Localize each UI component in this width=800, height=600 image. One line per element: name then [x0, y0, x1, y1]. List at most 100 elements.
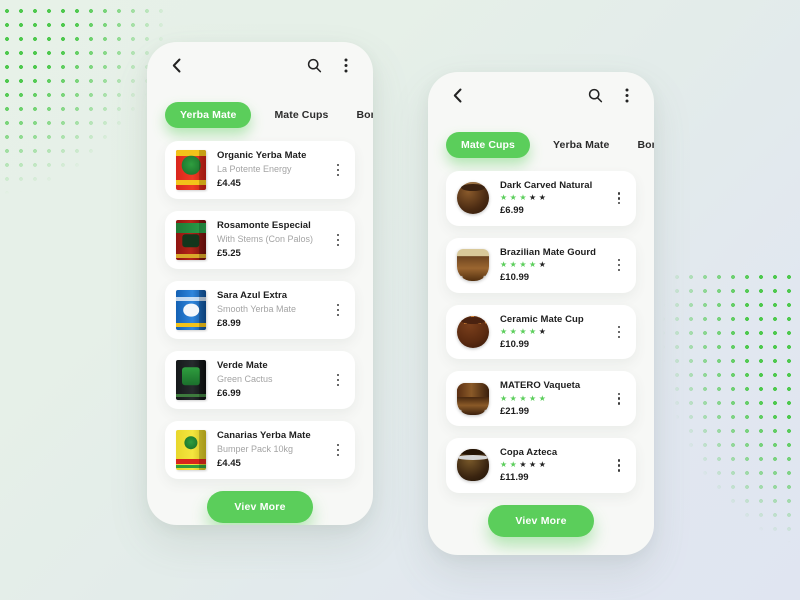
- product-thumbnail-pack-black: [176, 360, 206, 400]
- star-icon: ★: [519, 193, 527, 203]
- star-icon: ★: [500, 260, 508, 270]
- product-thumbnail-gourd-cream: [457, 249, 489, 282]
- more-vertical-icon[interactable]: [336, 55, 356, 75]
- tab-bombillas[interactable]: Bombil: [634, 132, 654, 158]
- rating-stars: ★ ★ ★ ★ ★: [500, 326, 612, 336]
- product-subtitle: With Stems (Con Palos): [217, 234, 314, 245]
- category-tabs-left[interactable]: Yerba Mate Mate Cups Bombill: [147, 102, 373, 128]
- product-info: Organic Yerba Mate La Potente Energy £4.…: [217, 150, 331, 190]
- product-name: Brazilian Mate Gourd: [500, 246, 597, 258]
- product-list-mate-cups: Dark Carved Natural ★ ★ ★ ★ ★ £6.99 Braz…: [428, 171, 654, 493]
- product-price: £11.99: [500, 472, 529, 484]
- product-info: Canarias Yerba Mate Bumper Pack 10kg £4.…: [217, 430, 331, 470]
- product-list-item[interactable]: MATERO Vaqueta ★ ★ ★ ★ ★ £21.99: [446, 371, 636, 427]
- product-price: £4.45: [217, 458, 241, 470]
- tab-bombillas[interactable]: Bombill: [353, 102, 373, 128]
- product-more-options-icon[interactable]: [331, 303, 345, 317]
- star-icon: ★: [519, 326, 527, 336]
- rating-stars: ★ ★ ★ ★ ★: [500, 393, 612, 403]
- view-more-container-right: Viev More: [428, 504, 654, 537]
- tab-mate-cups[interactable]: Mate Cups: [446, 132, 530, 158]
- product-list-item[interactable]: Copa Azteca ★ ★ ★ ★ ★ £11.99: [446, 438, 636, 493]
- view-more-button[interactable]: Viev More: [488, 504, 594, 537]
- app-bar: [428, 72, 654, 118]
- product-name: Rosamonte Especial: [217, 220, 311, 232]
- product-info: Brazilian Mate Gourd ★ ★ ★ ★ ★ £10.99: [500, 247, 612, 284]
- rating-stars: ★ ★ ★ ★ ★: [500, 461, 612, 469]
- product-name: Organic Yerba Mate: [217, 150, 307, 162]
- product-more-options-icon[interactable]: [331, 373, 345, 387]
- product-list-item[interactable]: Brazilian Mate Gourd ★ ★ ★ ★ ★ £10.99: [446, 237, 636, 293]
- star-icon: ★: [529, 393, 537, 403]
- phone-screen-yerba-mate: Yerba Mate Mate Cups Bombill Organic Yer…: [147, 42, 373, 525]
- product-name: Ceramic Mate Cup: [500, 313, 584, 325]
- star-icon: ★: [519, 460, 527, 470]
- search-icon[interactable]: [304, 55, 324, 75]
- star-icon: ★: [509, 260, 517, 270]
- product-list-item[interactable]: Organic Yerba Mate La Potente Energy £4.…: [165, 141, 355, 199]
- product-list-item[interactable]: Sara Azul Extra Smooth Yerba Mate £8.99: [165, 281, 355, 339]
- back-button[interactable]: [447, 85, 467, 105]
- product-subtitle: Smooth Yerba Mate: [217, 304, 297, 315]
- star-icon: ★: [500, 393, 508, 403]
- product-name: Sara Azul Extra: [217, 290, 288, 302]
- product-info: Copa Azteca ★ ★ ★ ★ ★ £11.99: [500, 447, 612, 484]
- product-list-item[interactable]: Ceramic Mate Cup ★ ★ ★ ★ ★ £10.99: [446, 304, 636, 360]
- product-thumbnail-gourd-ceramic: [457, 315, 489, 348]
- product-more-options-icon[interactable]: [331, 443, 345, 457]
- rating-stars: ★ ★ ★ ★ ★: [500, 261, 612, 269]
- star-icon: ★: [500, 460, 508, 470]
- star-icon: ★: [519, 260, 527, 270]
- product-thumbnail-gourd-matero: [457, 382, 489, 415]
- product-price: £5.25: [217, 248, 241, 260]
- product-more-options-icon[interactable]: [612, 259, 626, 272]
- view-more-button[interactable]: Viev More: [207, 491, 313, 523]
- category-tabs-right[interactable]: Mate Cups Yerba Mate Bombil: [428, 132, 654, 158]
- product-list-yerba-mate: Organic Yerba Mate La Potente Energy £4.…: [147, 141, 373, 479]
- star-icon: ★: [500, 326, 508, 336]
- product-more-options-icon[interactable]: [612, 325, 626, 338]
- product-info: Verde Mate Green Cactus £6.99: [217, 360, 331, 400]
- product-list-item[interactable]: Verde Mate Green Cactus £6.99: [165, 351, 355, 409]
- tab-mate-cups[interactable]: Mate Cups: [271, 102, 331, 128]
- search-icon[interactable]: [585, 85, 605, 105]
- tab-yerba-mate[interactable]: Yerba Mate: [165, 102, 252, 128]
- product-info: Dark Carved Natural ★ ★ ★ ★ ★ £6.99: [500, 180, 612, 217]
- star-icon: ★: [519, 393, 527, 403]
- star-icon: ★: [538, 393, 546, 403]
- product-list-item[interactable]: Rosamonte Especial With Stems (Con Palos…: [165, 211, 355, 269]
- product-list-item[interactable]: Canarias Yerba Mate Bumper Pack 10kg £4.…: [165, 421, 355, 479]
- product-thumbnail-pack-red: [176, 150, 206, 190]
- star-icon: ★: [529, 193, 537, 203]
- star-icon: ★: [500, 193, 508, 203]
- star-icon: ★: [509, 460, 517, 470]
- dot-pattern-bottom-right-decoration: [656, 270, 800, 570]
- phone-screen-mate-cups: Mate Cups Yerba Mate Bombil Dark Carved …: [428, 72, 654, 555]
- product-thumbnail-pack-blue: [176, 290, 206, 330]
- star-icon: ★: [538, 326, 546, 336]
- more-vertical-icon[interactable]: [617, 85, 637, 105]
- product-list-item[interactable]: Dark Carved Natural ★ ★ ★ ★ ★ £6.99: [446, 171, 636, 226]
- product-more-options-icon[interactable]: [612, 192, 626, 205]
- product-price: £10.99: [500, 338, 530, 350]
- back-button[interactable]: [166, 55, 186, 75]
- tab-yerba-mate[interactable]: Yerba Mate: [550, 132, 612, 158]
- product-name: Dark Carved Natural: [500, 180, 593, 191]
- product-more-options-icon[interactable]: [331, 163, 345, 177]
- product-name: Verde Mate: [217, 360, 268, 372]
- star-icon: ★: [509, 393, 517, 403]
- product-info: MATERO Vaqueta ★ ★ ★ ★ ★ £21.99: [500, 380, 612, 417]
- star-icon: ★: [529, 260, 537, 270]
- product-price: £8.99: [217, 318, 241, 330]
- product-more-options-icon[interactable]: [612, 459, 626, 472]
- product-name: MATERO Vaqueta: [500, 380, 581, 392]
- product-name: Copa Azteca: [500, 447, 558, 459]
- product-more-options-icon[interactable]: [612, 392, 626, 405]
- product-price: £4.45: [217, 178, 241, 190]
- product-info: Sara Azul Extra Smooth Yerba Mate £8.99: [217, 290, 331, 330]
- product-thumbnail-pack-yellow: [176, 430, 206, 470]
- view-more-container-left: Viev More: [147, 491, 373, 523]
- product-thumbnail-gourd-dark: [457, 182, 489, 215]
- product-more-options-icon[interactable]: [331, 233, 345, 247]
- product-thumbnail-gourd-azteca: [457, 449, 489, 482]
